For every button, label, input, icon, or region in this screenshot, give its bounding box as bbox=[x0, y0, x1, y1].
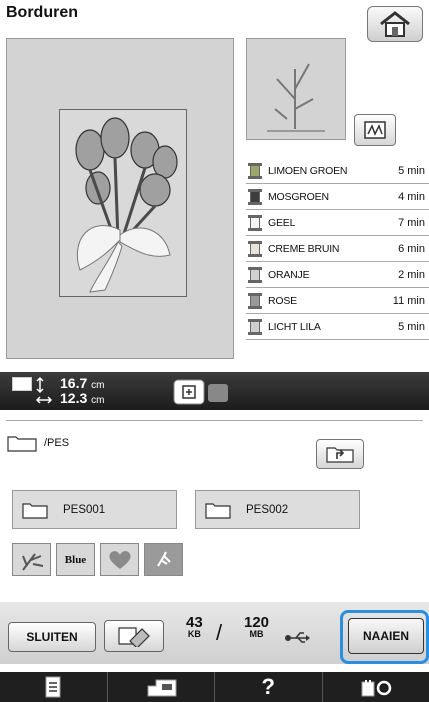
nav-item-help[interactable]: ? bbox=[215, 672, 323, 702]
thumbnail-image bbox=[267, 63, 325, 132]
folder-button-pes002[interactable]: PES002 bbox=[195, 490, 360, 529]
heart-icon bbox=[108, 550, 131, 569]
thread-name: MOSGROEN bbox=[268, 190, 329, 203]
thread-name: LICHT LILA bbox=[268, 320, 321, 333]
thread-time: 7 min bbox=[398, 216, 425, 229]
thread-time: 11 min bbox=[392, 294, 425, 307]
current-path: /PES bbox=[6, 433, 69, 453]
thread-spool-icon bbox=[248, 240, 262, 257]
folder-icon bbox=[22, 502, 48, 519]
embroidery-preview bbox=[6, 38, 234, 359]
action-bar: SLUITEN 43 KB / 120 MB NAAIEN bbox=[0, 602, 429, 664]
parent-folder-button[interactable] bbox=[316, 439, 364, 469]
home-button[interactable] bbox=[367, 6, 423, 42]
machine-memory-icon bbox=[173, 379, 228, 405]
folder-icon bbox=[205, 502, 231, 519]
thread-name: GEEL bbox=[268, 216, 296, 229]
thread-row: ORANJE 2 min bbox=[246, 262, 429, 288]
close-button[interactable]: SLUITEN bbox=[8, 622, 96, 652]
path-label: /PES bbox=[44, 437, 70, 449]
blue-text-pattern: Blue bbox=[64, 553, 87, 566]
thread-color-list: LIMOEN GROEN 5 min MOSGROEN 4 min GEEL 7… bbox=[246, 158, 429, 340]
thread-spool-icon bbox=[248, 318, 262, 335]
bottom-navigation: ? bbox=[0, 672, 429, 702]
sewing-machine-icon bbox=[147, 679, 177, 697]
memory-separator: / bbox=[216, 620, 223, 645]
page-title: Borduren bbox=[6, 4, 78, 21]
thread-time: 6 min bbox=[398, 242, 425, 255]
document-icon bbox=[45, 676, 61, 698]
used-memory: 43 KB bbox=[186, 614, 203, 639]
design-height: 16.7 cm bbox=[60, 375, 104, 391]
pattern-thumbnail-heart[interactable] bbox=[100, 543, 139, 576]
thread-spool-icon bbox=[248, 188, 262, 205]
delete-button[interactable] bbox=[104, 620, 164, 652]
folder-button-pes001[interactable]: PES001 bbox=[12, 490, 177, 529]
sewing-view-button[interactable] bbox=[354, 114, 396, 146]
total-memory: 120 MB bbox=[244, 614, 269, 639]
bird-pattern-icon bbox=[156, 551, 171, 567]
folder-label: PES002 bbox=[246, 503, 289, 516]
stitch-preview-icon bbox=[364, 121, 386, 139]
nav-item-manual[interactable] bbox=[0, 672, 108, 702]
thread-time: 5 min bbox=[398, 164, 425, 177]
height-value: 16.7 bbox=[60, 375, 88, 391]
embroidery-frame bbox=[59, 109, 187, 297]
home-icon bbox=[380, 11, 410, 37]
thread-row: ROSE 11 min bbox=[246, 288, 429, 314]
nav-item-machine[interactable] bbox=[108, 672, 215, 702]
eraser-icon bbox=[118, 627, 150, 647]
nav-item-settings[interactable] bbox=[323, 672, 429, 702]
flower-pattern-icon bbox=[21, 552, 43, 571]
thread-row: LIMOEN GROEN 5 min bbox=[246, 158, 429, 184]
thread-name: ORANJE bbox=[268, 268, 310, 281]
thread-row: MOSGROEN 4 min bbox=[246, 184, 429, 210]
settings-icon bbox=[361, 680, 391, 697]
thread-row: LICHT LILA 5 min bbox=[246, 314, 429, 340]
help-icon: ? bbox=[261, 674, 275, 699]
sew-button[interactable]: NAAIEN bbox=[348, 618, 424, 654]
thread-spool-icon bbox=[248, 292, 262, 309]
size-icon bbox=[12, 377, 32, 391]
width-unit: cm bbox=[91, 395, 105, 406]
folder-label: PES001 bbox=[63, 503, 106, 516]
thread-row: CREME BRUIN 6 min bbox=[246, 236, 429, 262]
thread-name: ROSE bbox=[268, 294, 297, 307]
thread-time: 5 min bbox=[398, 320, 425, 333]
thread-spool-icon bbox=[248, 162, 262, 179]
width-value: 12.3 bbox=[60, 390, 88, 406]
usb-icon bbox=[285, 632, 310, 643]
thread-time: 4 min bbox=[398, 190, 425, 203]
thread-spool-icon bbox=[248, 214, 262, 231]
thread-spool-icon bbox=[248, 266, 262, 283]
pattern-thumbnail-flower[interactable] bbox=[12, 543, 51, 576]
pattern-thumbnail-bird[interactable] bbox=[144, 543, 183, 576]
thread-row: GEEL 7 min bbox=[246, 210, 429, 236]
pattern-thumbnail-blue[interactable]: Blue bbox=[56, 543, 95, 576]
design-thumbnail bbox=[246, 38, 346, 140]
folder-icon bbox=[7, 436, 37, 452]
used-memory-unit: KB bbox=[187, 629, 201, 639]
dimension-arrows-icon bbox=[36, 376, 53, 404]
file-browser: /PES PES001 PES002 Blue bbox=[6, 420, 423, 601]
design-width: 12.3 cm bbox=[60, 390, 104, 406]
thread-name: LIMOEN GROEN bbox=[268, 164, 348, 177]
thread-time: 2 min bbox=[398, 268, 425, 281]
design-info-bar: 16.7 cm 12.3 cm bbox=[0, 372, 429, 410]
thread-name: CREME BRUIN bbox=[268, 242, 340, 255]
folder-up-icon bbox=[326, 447, 354, 463]
flower-design-image bbox=[75, 117, 178, 293]
